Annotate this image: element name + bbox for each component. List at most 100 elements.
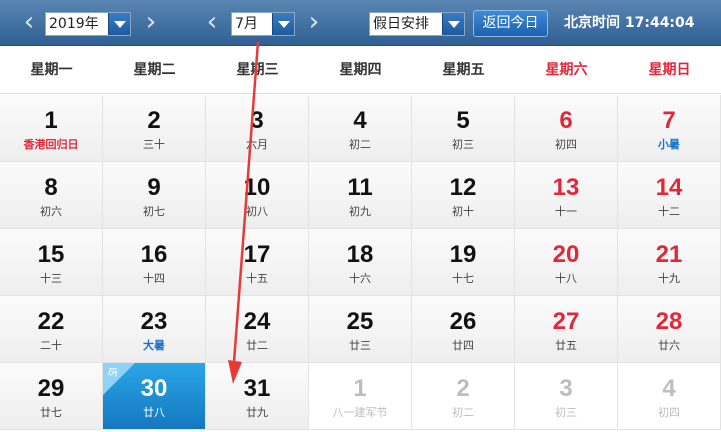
holiday-select-value: 假日安排 (373, 16, 429, 32)
day-cell[interactable]: 29 廿七 (0, 363, 103, 430)
lunar-date-label: 十五 (246, 272, 268, 285)
day-cell[interactable]: 7 小暑 (618, 95, 721, 162)
day-cell[interactable]: 19 十七 (412, 229, 515, 296)
day-number: 28 (655, 308, 683, 335)
weekday-label: 星期四 (339, 62, 382, 78)
lunar-date-label: 廿二 (246, 339, 268, 352)
day-number: 19 (449, 241, 477, 268)
day-cell[interactable]: 2 三十 (103, 95, 206, 162)
day-cell[interactable]: 4 初二 (309, 95, 412, 162)
day-cell[interactable]: 28 廿六 (618, 296, 721, 363)
day-cell[interactable]: 31 廿九 (206, 363, 309, 430)
lunar-date-label: 初二 (452, 406, 474, 419)
day-cell[interactable]: 8 初六 (0, 162, 103, 229)
day-cell[interactable]: 12 初十 (412, 162, 515, 229)
day-number: 26 (449, 308, 477, 335)
lunar-date-label: 十一 (555, 205, 577, 218)
day-number: 2 (456, 375, 470, 402)
day-cell[interactable]: 13 十一 (515, 162, 618, 229)
day-number: 8 (44, 174, 58, 201)
day-cell[interactable]: 22 二十 (0, 296, 103, 363)
month-select-value: 7月 (235, 16, 258, 32)
lunar-date-label: 初十 (452, 205, 474, 218)
holiday-select[interactable]: 假日安排 (369, 12, 465, 36)
day-number: 7 (662, 107, 676, 134)
day-cell[interactable]: 3 六月 (206, 95, 309, 162)
day-cell[interactable]: 17 十五 (206, 229, 309, 296)
day-cell[interactable]: 11 初九 (309, 162, 412, 229)
day-number: 2 (147, 107, 161, 134)
lunar-date-label: 初四 (658, 406, 680, 419)
day-cell[interactable]: 23 大暑 (103, 296, 206, 363)
day-number: 1 (44, 107, 58, 134)
day-cell[interactable]: 24 廿二 (206, 296, 309, 363)
prev-month-arrow-icon[interactable]: ‹ (201, 9, 223, 35)
day-cell[interactable]: 20 十八 (515, 229, 618, 296)
lunar-date-label: 十二 (658, 205, 680, 218)
day-cell[interactable]: 21 十九 (618, 229, 721, 296)
day-cell[interactable]: 6 初四 (515, 95, 618, 162)
lunar-date-label: 十七 (452, 272, 474, 285)
weekday-label: 星期六 (545, 62, 588, 78)
lunar-date-label: 廿四 (452, 339, 474, 352)
lunar-date-label: 廿三 (349, 339, 371, 352)
lunar-date-label: 初九 (349, 205, 371, 218)
day-number: 4 (353, 107, 367, 134)
lunar-date-label: 廿六 (658, 339, 680, 352)
lunar-date-label: 十九 (658, 272, 680, 285)
lunar-date-label: 大暑 (143, 339, 165, 352)
day-cell[interactable]: 10 初八 (206, 162, 309, 229)
day-cell[interactable]: 26 廿四 (412, 296, 515, 363)
day-cell-today[interactable]: 今 30 廿八 (103, 363, 206, 430)
day-cell[interactable]: 25 廿三 (309, 296, 412, 363)
day-cell[interactable]: 4 初四 (618, 363, 721, 430)
lunar-date-label: 十四 (143, 272, 165, 285)
weekday-label: 星期日 (648, 62, 691, 78)
day-number: 30 (140, 375, 168, 402)
day-number: 4 (662, 375, 676, 402)
day-cell[interactable]: 15 十三 (0, 229, 103, 296)
day-cell[interactable]: 1 八一建军节 (309, 363, 412, 430)
day-cell[interactable]: 27 廿五 (515, 296, 618, 363)
lunar-date-label: 廿七 (40, 406, 62, 419)
day-number: 5 (456, 107, 470, 134)
day-number: 12 (449, 174, 477, 201)
day-number: 10 (243, 174, 271, 201)
day-number: 13 (552, 174, 580, 201)
lunar-date-label: 初三 (452, 138, 474, 151)
day-number: 31 (243, 375, 271, 402)
beijing-time-clock: 北京时间 17:44:04 (564, 15, 695, 31)
day-cell[interactable]: 16 十四 (103, 229, 206, 296)
back-to-today-button[interactable]: 返回今日 (473, 10, 548, 37)
year-select-value: 2019年 (49, 16, 99, 32)
chevron-down-icon (272, 13, 294, 35)
lunar-date-label: 小暑 (658, 138, 680, 151)
day-number: 22 (37, 308, 65, 335)
day-number: 21 (655, 241, 683, 268)
day-cell[interactable]: 5 初三 (412, 95, 515, 162)
day-number: 1 (353, 375, 367, 402)
day-cell[interactable]: 3 初三 (515, 363, 618, 430)
day-cell[interactable]: 2 初二 (412, 363, 515, 430)
day-number: 17 (243, 241, 271, 268)
weekday-label: 星期二 (133, 62, 176, 78)
lunar-date-label: 十三 (40, 272, 62, 285)
month-select[interactable]: 7月 (231, 12, 295, 36)
day-cell[interactable]: 9 初七 (103, 162, 206, 229)
year-select[interactable]: 2019年 (45, 12, 131, 36)
chevron-down-icon (442, 13, 464, 35)
day-cell[interactable]: 18 十六 (309, 229, 412, 296)
day-number: 6 (559, 107, 573, 134)
day-number: 9 (147, 174, 161, 201)
next-month-arrow-icon[interactable]: › (303, 9, 325, 35)
lunar-date-label: 十六 (349, 272, 371, 285)
calendar-toolbar: ‹ 2019年 › ‹ 7月 › 假日安排 返回今日 北京时间 17:44:04 (0, 0, 721, 46)
lunar-date-label: 初八 (246, 205, 268, 218)
lunar-date-label: 初二 (349, 138, 371, 151)
day-cell[interactable]: 14 十二 (618, 162, 721, 229)
lunar-date-label: 十八 (555, 272, 577, 285)
prev-year-arrow-icon[interactable]: ‹ (18, 9, 40, 35)
weekday-label: 星期五 (442, 62, 485, 78)
day-cell[interactable]: 1 香港回归日 (0, 95, 103, 162)
next-year-arrow-icon[interactable]: › (140, 9, 162, 35)
